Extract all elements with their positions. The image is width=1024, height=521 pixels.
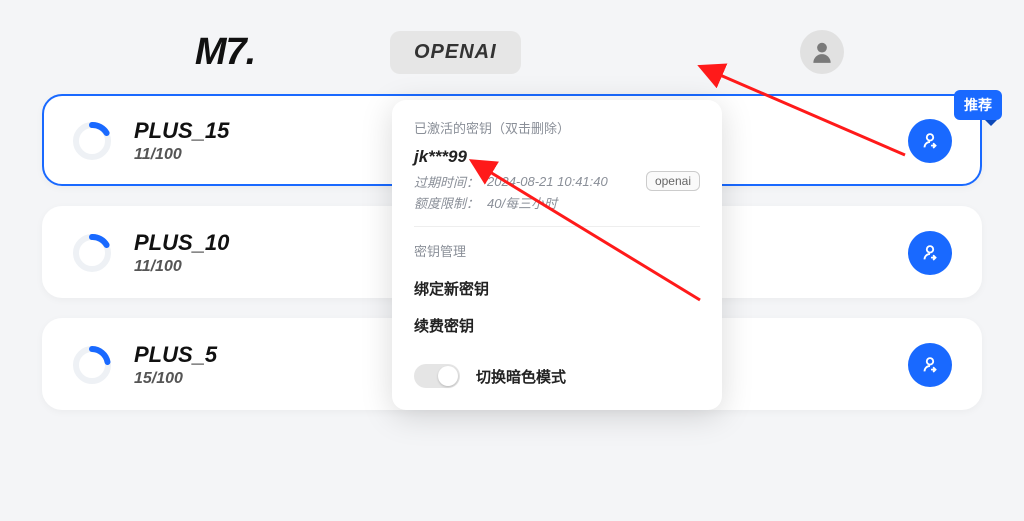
account-popover: 已激活的密钥（双击删除） jk***99 过期时间： 2024-08-21 10…: [392, 100, 722, 410]
popover-section-active: 已激活的密钥（双击删除）: [414, 118, 700, 137]
logo: M7.: [60, 31, 390, 74]
limit-label: 额度限制：: [414, 193, 479, 212]
active-key-name[interactable]: jk***99: [414, 147, 700, 167]
dark-mode-toggle[interactable]: [414, 364, 460, 388]
user-switch-icon: [919, 242, 941, 264]
user-icon: [809, 39, 835, 65]
header: M7. OPENAI: [0, 0, 1024, 94]
expire-label: 过期时间：: [414, 172, 479, 191]
user-switch-icon: [919, 130, 941, 152]
dark-mode-label: 切换暗色模式: [476, 366, 566, 387]
divider: [414, 226, 700, 227]
moon-icon: [438, 366, 458, 386]
provider-tag: openai: [646, 171, 700, 191]
renew-key-item[interactable]: 续费密钥: [414, 307, 700, 344]
switch-user-button[interactable]: [908, 119, 952, 163]
progress-spinner: [72, 233, 112, 273]
expire-value: 2024-08-21 10:41:40: [487, 174, 638, 189]
switch-user-button[interactable]: [908, 231, 952, 275]
avatar[interactable]: [800, 30, 844, 74]
switch-user-button[interactable]: [908, 343, 952, 387]
recommend-badge: 推荐: [954, 90, 1002, 120]
progress-spinner: [72, 345, 112, 385]
user-switch-icon: [919, 354, 941, 376]
popover-section-manage: 密钥管理: [414, 241, 700, 260]
model-pill[interactable]: OPENAI: [390, 31, 521, 74]
bind-new-key-item[interactable]: 绑定新密钥: [414, 270, 700, 307]
limit-value: 40/每三小时: [487, 193, 700, 212]
progress-spinner: [72, 121, 112, 161]
